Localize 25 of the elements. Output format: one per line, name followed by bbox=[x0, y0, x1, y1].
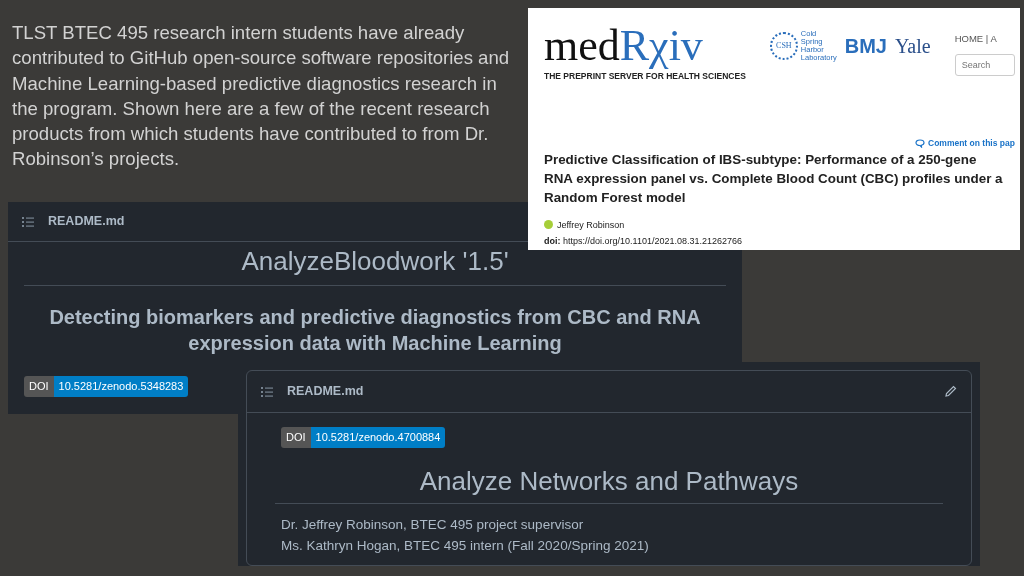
readme-subheading: Detecting biomarkers and predictive diagnostics from CBC and RNA expression data with Machine Learning bbox=[48, 305, 702, 357]
readme-heading: Analyze Networks and Pathways bbox=[275, 448, 943, 505]
pencil-icon[interactable] bbox=[944, 385, 957, 398]
comment-icon bbox=[915, 138, 925, 148]
nav-links[interactable]: HOME | A bbox=[954, 32, 1015, 47]
comment-link[interactable]: Comment on this pap bbox=[915, 136, 1020, 150]
orcid-icon bbox=[544, 220, 553, 229]
site-tagline: THE PREPRINT SERVER FOR HEALTH SCIENCES bbox=[544, 70, 746, 83]
bmj-logo: BMJ bbox=[844, 34, 887, 59]
file-name: README.md bbox=[287, 383, 364, 401]
readme-text: Dr. Jeffrey Robinson, BTEC 495 project supervisor bbox=[281, 516, 585, 535]
doi-badge-value[interactable]: 10.5281/zenodo.5348283 bbox=[53, 376, 189, 397]
slide-text: TLST BTEC 495 research intern students have already contributed to GitHub open-source software repositories and Machine Learning-based predictive diagnostics research in the program. Shown here are a few of the recent research products from which students have contributed to from Dr. Robinson’s projects. bbox=[12, 21, 511, 172]
list-icon[interactable] bbox=[22, 216, 34, 227]
author-name[interactable]: Jeffrey Robinson bbox=[557, 216, 625, 233]
list-icon[interactable] bbox=[261, 386, 273, 397]
file-name: README.md bbox=[48, 213, 125, 231]
readme-text: Ms. Kathryn Hogan, BTEC 495 intern (Fall 2020/Spring 2021) bbox=[281, 537, 650, 556]
article-title[interactable]: Predictive Classification of IBS-subtype: Performance of a 250-gene RNA expression panel vs. Complete Blood Count (CBC) profiles under a Random Forest model bbox=[544, 149, 1006, 207]
doi-badge-label[interactable]: DOI bbox=[24, 376, 54, 397]
search-field[interactable]: Search bbox=[954, 54, 1015, 77]
csh-logo-mark: CSH bbox=[769, 32, 798, 60]
doi-badge-value[interactable]: 10.5281/zenodo.4700884 bbox=[310, 427, 446, 448]
yale-logo: Yale bbox=[894, 34, 931, 59]
doi-badge-label[interactable]: DOI bbox=[281, 427, 311, 448]
